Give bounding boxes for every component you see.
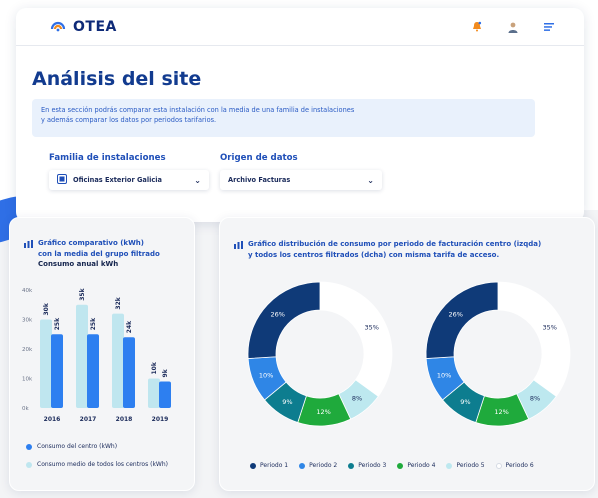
legend-item-periodo-5: Periodo 5 [446,462,485,469]
bar-chart-icon [24,240,33,248]
legend-swatch [348,462,355,469]
donut-charts: 35% 8% 12% 9% 10% 26% 35% 8% 12% 9% 10% 26% [247,281,571,427]
donut-value-label: 9% [460,398,470,406]
donut-value-label: 10% [437,371,451,379]
origen-select[interactable]: Archivo Facturas ⌄ [220,170,382,190]
bar-centro-2016[interactable] [51,334,63,408]
donut-value-label: 35% [364,324,378,332]
x-tick-label: 2016 [44,416,61,423]
y-tick-label: 10k [22,377,33,383]
bar-centro-2018[interactable] [123,337,135,408]
legend-label: Periodo 5 [456,462,485,469]
page-title: Análisis del site [32,68,202,90]
bar-chart-title-line1: Gráfico comparativo (kWh) [38,239,144,247]
donut-slice-periodo-6[interactable] [497,281,571,397]
info-banner: En esta sección podrás comparar esta ins… [32,99,535,137]
familia-select[interactable]: Oficinas Exterior Galicia ⌄ [49,170,209,190]
legend-swatch [26,461,32,468]
legend-label: Periodo 1 [260,462,289,469]
bar-value-label: 30k [43,302,50,315]
bar-chart-card: Gráfico comparativo (kWh) con la media d… [9,217,195,491]
bar-value-label: 25k [90,317,97,330]
info-text-line1: En esta sección podrás comparar esta ins… [41,106,355,114]
bar-centro-2019[interactable] [159,381,171,408]
bar-chart: 0k 10k 20k 30k 40k 30k 25k 2016 35k 25k 2017 32k 24k… [22,287,171,423]
bar-value-label: 9k [162,368,169,377]
legend-label: Periodo 6 [505,462,534,469]
bar-value-label: 35k [79,287,86,300]
legend-label: Periodo 2 [309,462,338,469]
donut-value-label: 26% [270,310,284,318]
bar-media-2016[interactable] [40,319,52,409]
legend-swatch [250,462,256,469]
donut-value-label: 26% [448,310,462,318]
y-tick-label: 40k [22,288,33,294]
brand-name: OTEA [73,18,117,35]
origen-select-value: Archivo Facturas [228,176,291,184]
donut-chart-title-line2: y todos los centros filtrados (dcha) con… [248,250,500,259]
bar-value-label: 25k [54,317,61,330]
donut-slice-periodo-1[interactable] [247,281,321,359]
y-tick-label: 20k [22,347,33,353]
donut-slice-periodo-6[interactable] [319,281,393,397]
bar-value-label: 32k [115,296,122,309]
legend-swatch [446,462,453,469]
menu-icon[interactable] [542,20,556,34]
legend-item-media: Consumo medio de todos los centros (kWh) [26,461,168,468]
bar-value-label: 10k [151,361,158,374]
bar-media-2017[interactable] [76,304,88,408]
donut-value-label: 12% [316,408,330,416]
x-tick-label: 2018 [116,416,133,423]
bar-chart-title-line3: Consumo anual kWh [38,260,119,268]
bar-media-2018[interactable] [112,313,124,408]
legend-item-periodo-1: Periodo 1 [250,462,288,469]
legend-item-centro: Consumo del centro (kWh) [26,443,117,450]
brand-logo[interactable]: OTEA [50,19,117,35]
legend-item-periodo-2: Periodo 2 [299,462,337,469]
legend-label: Consumo del centro (kWh) [37,443,118,450]
info-text-line2: y además comparar los datos por periodos… [41,116,217,124]
y-tick-label: 30k [22,318,33,324]
legend-item-periodo-3: Periodo 3 [348,462,386,469]
chevron-down-icon: ⌄ [367,175,374,185]
donut-chart-title-line1: Gráfico distribución de consumo por peri… [248,240,542,248]
otea-logo-icon [50,21,66,31]
familia-select-value: Oficinas Exterior Galicia [73,176,162,184]
donut-value-label: 8% [352,395,362,403]
bar-chart-title: Gráfico comparativo (kWh) con la media d… [38,238,188,270]
donut-legend: Periodo 1 Periodo 2 Periodo 3 Periodo 4 Peri… [250,462,534,469]
legend-label: Periodo 3 [358,462,387,469]
legend-item-periodo-6: Periodo 6 [495,462,534,469]
bar-chart-icon [234,241,243,249]
legend-swatch [299,462,306,469]
donut-value-label: 12% [494,408,508,416]
donut-chart-card: Gráfico distribución de consumo por peri… [219,217,595,491]
x-tick-label: 2017 [80,416,97,423]
x-tick-label: 2019 [152,416,169,423]
building-icon [57,174,67,186]
legend-label: Periodo 4 [407,462,436,469]
origen-label: Origen de datos [220,153,298,163]
donut-value-label: 8% [530,395,540,403]
top-navbar: OTEA [16,8,584,46]
bar-media-2019[interactable] [148,378,160,409]
donut-value-label: 35% [542,324,556,332]
legend-swatch [397,462,404,469]
legend-item-periodo-4: Periodo 4 [397,462,435,469]
donut-chart-title: Gráfico distribución de consumo por peri… [248,239,588,260]
legend-swatch [26,443,32,450]
donut-value-label: 10% [259,371,273,379]
donut-slice-periodo-1[interactable] [425,281,499,359]
legend-label: Consumo medio de todos los centros (kWh) [37,461,168,468]
notification-bell-icon[interactable] [470,20,484,34]
legend-swatch [495,462,502,469]
bar-centro-2017[interactable] [87,334,99,408]
chevron-down-icon: ⌄ [194,175,201,185]
bar-value-label: 24k [126,320,133,333]
bar-chart-title-line2: con la media del grupo filtrado [38,249,160,258]
user-avatar-icon[interactable] [506,20,520,34]
familia-label: Familia de instalaciones [49,153,166,163]
donut-value-label: 9% [282,398,292,406]
y-tick-label: 0k [22,406,29,412]
